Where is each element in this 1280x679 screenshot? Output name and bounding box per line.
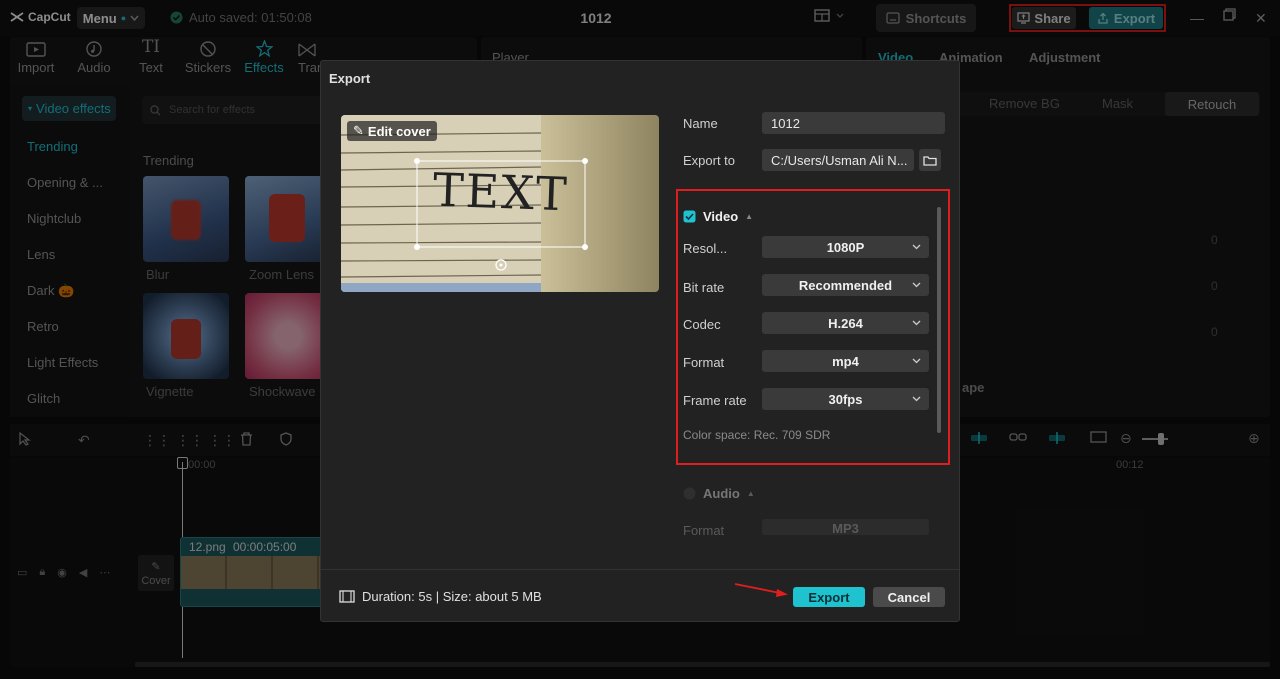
caret-up-icon: ▲ — [746, 489, 755, 498]
name-label: Name — [683, 116, 718, 131]
dialog-title: Export — [329, 71, 371, 86]
edit-cover-button[interactable]: ✎ Edit cover — [347, 121, 437, 141]
export-summary: Duration: 5s | Size: about 5 MB — [339, 589, 542, 604]
export-path-input[interactable]: C:/Users/Usman Ali N... — [762, 149, 914, 171]
export-button[interactable]: Export — [793, 587, 865, 607]
bitrate-label: Bit rate — [683, 280, 725, 295]
chevron-down-icon — [912, 358, 921, 364]
framerate-select[interactable]: 30fps — [762, 388, 929, 410]
pencil-icon: ✎ — [353, 123, 364, 138]
color-space-info: Color space: Rec. 709 SDR — [683, 428, 831, 442]
video-section-header[interactable]: Video ▲ — [683, 209, 753, 224]
cover-text: TEXT — [432, 162, 570, 222]
arrow-annotation-icon — [734, 583, 788, 597]
framerate-label: Frame rate — [683, 393, 747, 408]
name-input[interactable]: 1012 — [762, 112, 945, 134]
video-section-label: Video — [703, 209, 739, 224]
chevron-down-icon — [912, 244, 921, 250]
audio-format-select[interactable]: MP3 — [762, 519, 929, 535]
cover-preview[interactable]: TEXT — [341, 115, 659, 292]
bitrate-value: Recommended — [798, 277, 893, 293]
resolution-select[interactable]: 1080P — [762, 236, 929, 258]
audio-format-value: MP3 — [832, 521, 859, 535]
edit-cover-label: Edit cover — [367, 123, 431, 139]
audio-format-label: Format — [683, 523, 725, 538]
checkbox-unchecked-icon — [683, 487, 696, 500]
export-to-label: Export to — [683, 153, 736, 168]
audio-section-label: Audio — [703, 486, 740, 501]
format-value: mp4 — [832, 353, 859, 369]
checkbox-checked-icon — [683, 210, 696, 223]
format-select[interactable]: mp4 — [762, 350, 929, 372]
resolution-value: 1080P — [826, 239, 865, 255]
framerate-value: 30fps — [828, 391, 863, 407]
settings-scrollbar[interactable] — [937, 207, 941, 433]
duration-size-text: Duration: 5s | Size: about 5 MB — [362, 589, 542, 604]
film-icon — [339, 590, 355, 603]
bitrate-select[interactable]: Recommended — [762, 274, 929, 296]
caret-up-icon: ▲ — [745, 212, 754, 221]
chevron-down-icon — [912, 396, 921, 402]
audio-section-header[interactable]: Audio ▲ — [683, 486, 755, 501]
folder-icon — [923, 155, 937, 166]
export-dialog: Export TEXT ✎ Edit cover Name 1012 Expor… — [320, 60, 960, 622]
resolution-label: Resol... — [683, 241, 728, 256]
cancel-button[interactable]: Cancel — [873, 587, 945, 607]
chevron-down-icon — [912, 282, 921, 288]
chevron-down-icon — [912, 320, 921, 326]
format-label: Format — [683, 355, 725, 370]
codec-select[interactable]: H.264 — [762, 312, 929, 334]
codec-label: Codec — [683, 317, 721, 332]
footer-divider — [321, 569, 959, 570]
browse-folder-button[interactable] — [919, 149, 941, 171]
codec-value: H.264 — [828, 315, 863, 331]
